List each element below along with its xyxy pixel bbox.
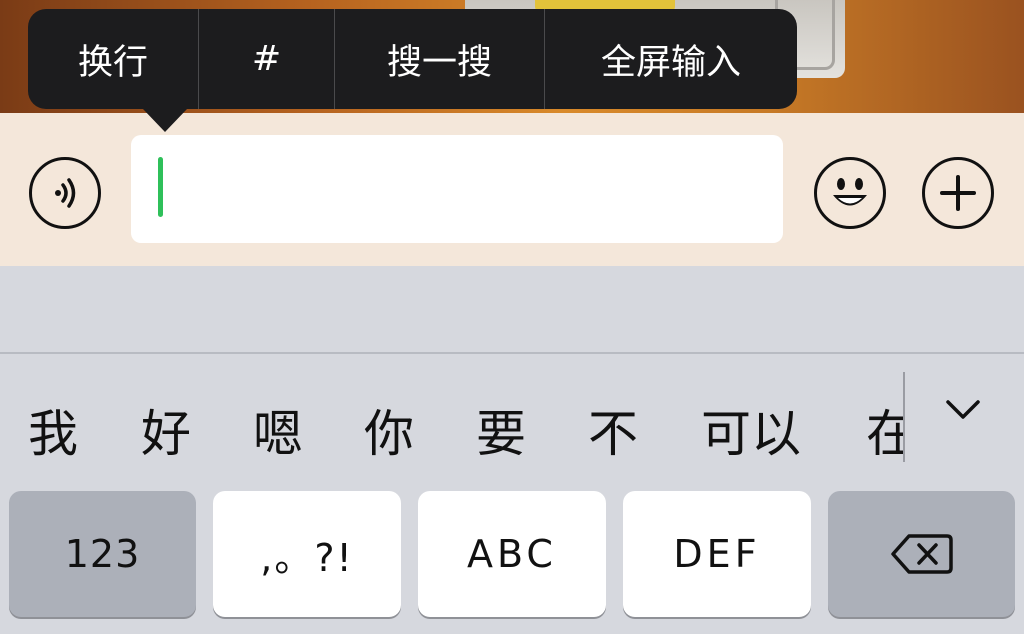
menu-item-hashtag[interactable]: # (199, 9, 335, 109)
text-caret (158, 157, 163, 217)
chevron-down-icon[interactable] (945, 398, 981, 422)
menu-item-newline[interactable]: 换行 (28, 9, 199, 109)
key-abc[interactable]: ABC (418, 491, 606, 617)
key-punctuation[interactable]: ,。?! (213, 491, 401, 617)
delete-key[interactable] (828, 491, 1015, 617)
voice-input-button[interactable] (29, 157, 101, 229)
menu-item-search[interactable]: 搜一搜 (335, 9, 545, 109)
candidate-word[interactable]: 可以 (701, 394, 801, 466)
candidate-word-clipped[interactable]: 在 (866, 354, 903, 464)
candidate-word[interactable]: 不 (588, 394, 638, 466)
candidate-word[interactable]: 嗯 (253, 394, 303, 466)
backspace-icon (890, 534, 953, 574)
more-actions-button[interactable] (922, 157, 994, 229)
candidate-word[interactable]: 我 (28, 394, 78, 466)
emoji-button[interactable] (814, 157, 886, 229)
message-input[interactable] (131, 135, 783, 243)
text-context-menu: 换行 # 搜一搜 全屏输入 (28, 9, 797, 109)
candidate-separator (903, 372, 905, 462)
key-def[interactable]: DEF (623, 491, 811, 617)
smiley-face-icon (833, 178, 867, 206)
voice-wave-icon (55, 178, 76, 208)
key-numbers[interactable]: 123 (9, 491, 196, 617)
context-menu-pointer (143, 109, 187, 132)
menu-item-fullscreen-input[interactable]: 全屏输入 (545, 9, 797, 109)
keyboard-top-area (0, 266, 1024, 353)
candidate-word[interactable]: 你 (364, 394, 414, 466)
candidate-word[interactable]: 好 (141, 394, 191, 466)
candidate-word[interactable]: 要 (476, 394, 526, 466)
candidate-word: 在 (866, 405, 903, 463)
